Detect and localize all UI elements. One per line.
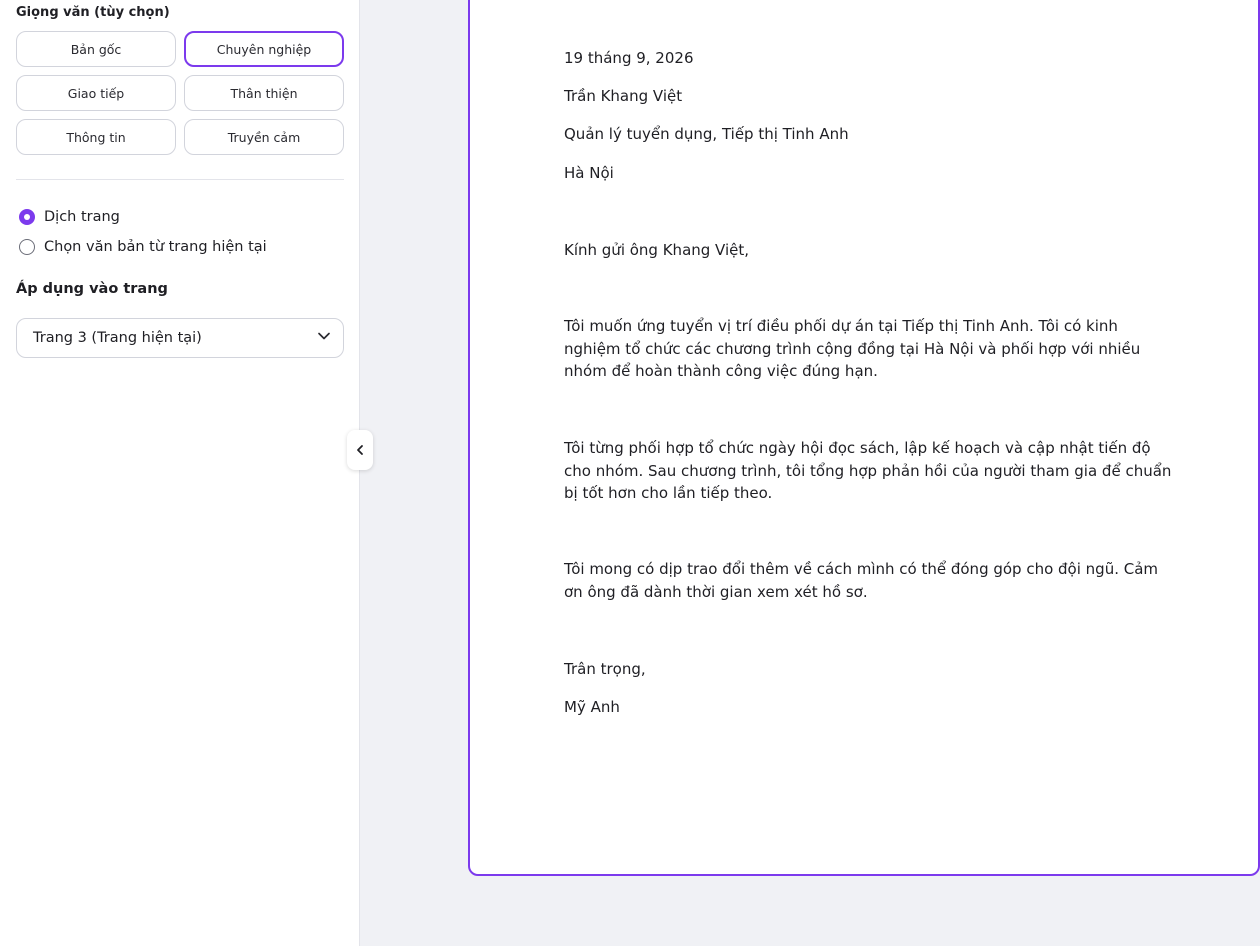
page-select-value: Trang 3 (Trang hiện tại) (33, 330, 202, 346)
recipient-title: Quản lý tuyển dụng, Tiếp thị Tinh Anh (564, 125, 849, 143)
section-divider (16, 179, 344, 180)
tone-button-informative[interactable]: Thông tin (16, 119, 176, 155)
letter-signature: Mỹ Anh (564, 698, 620, 716)
letter-paragraph: Tôi muốn ứng tuyển vị trí điều phối dự á… (564, 317, 1141, 380)
letter-salutation: Kính gửi ông Khang Việt, (564, 241, 750, 259)
letter-paragraph: Tôi từng phối hợp tổ chức ngày hội đọc s… (564, 439, 1172, 502)
mode-option-label: Dịch trang (44, 209, 120, 225)
letter-date: 19 tháng 9, 2026 (564, 49, 694, 67)
letter-closing: Trân trọng, (564, 660, 646, 678)
tone-button-professional[interactable]: Chuyên nghiệp (184, 31, 344, 67)
mode-option-label: Chọn văn bản từ trang hiện tại (44, 239, 267, 255)
mode-option-select-text[interactable]: Chọn văn bản từ trang hiện tại (19, 239, 267, 255)
collapse-panel-button[interactable] (347, 430, 373, 470)
recipient-name: Trần Khang Việt (564, 87, 683, 105)
page-select-dropdown[interactable]: Trang 3 (Trang hiện tại) (16, 318, 344, 358)
tone-button-original[interactable]: Bản gốc (16, 31, 176, 67)
document-page: 19 tháng 9, 2026 Trần Khang Việt Quản lý… (468, 0, 1260, 876)
apply-to-page-label: Áp dụng vào trang (16, 281, 168, 297)
tone-button-inspiring[interactable]: Truyền cảm (184, 119, 344, 155)
tone-section-title: Giọng văn (tùy chọn) (16, 5, 170, 20)
chevron-down-icon (317, 329, 331, 347)
radio-unchecked-icon[interactable] (19, 239, 35, 255)
chevron-left-icon (355, 441, 365, 460)
mode-option-translate-page[interactable]: Dịch trang (19, 209, 120, 225)
letter-paragraph: Tôi mong có dịp trao đổi thêm về cách mì… (564, 560, 1159, 601)
side-panel: Giọng văn (tùy chọn) Bản gốc Chuyên nghi… (0, 0, 360, 946)
radio-checked-icon[interactable] (19, 209, 35, 225)
tone-options: Bản gốc Chuyên nghiệp Giao tiếp Thân thi… (16, 31, 344, 155)
recipient-city: Hà Nội (564, 164, 614, 182)
tone-button-casual[interactable]: Giao tiếp (16, 75, 176, 111)
tone-button-friendly[interactable]: Thân thiện (184, 75, 344, 111)
